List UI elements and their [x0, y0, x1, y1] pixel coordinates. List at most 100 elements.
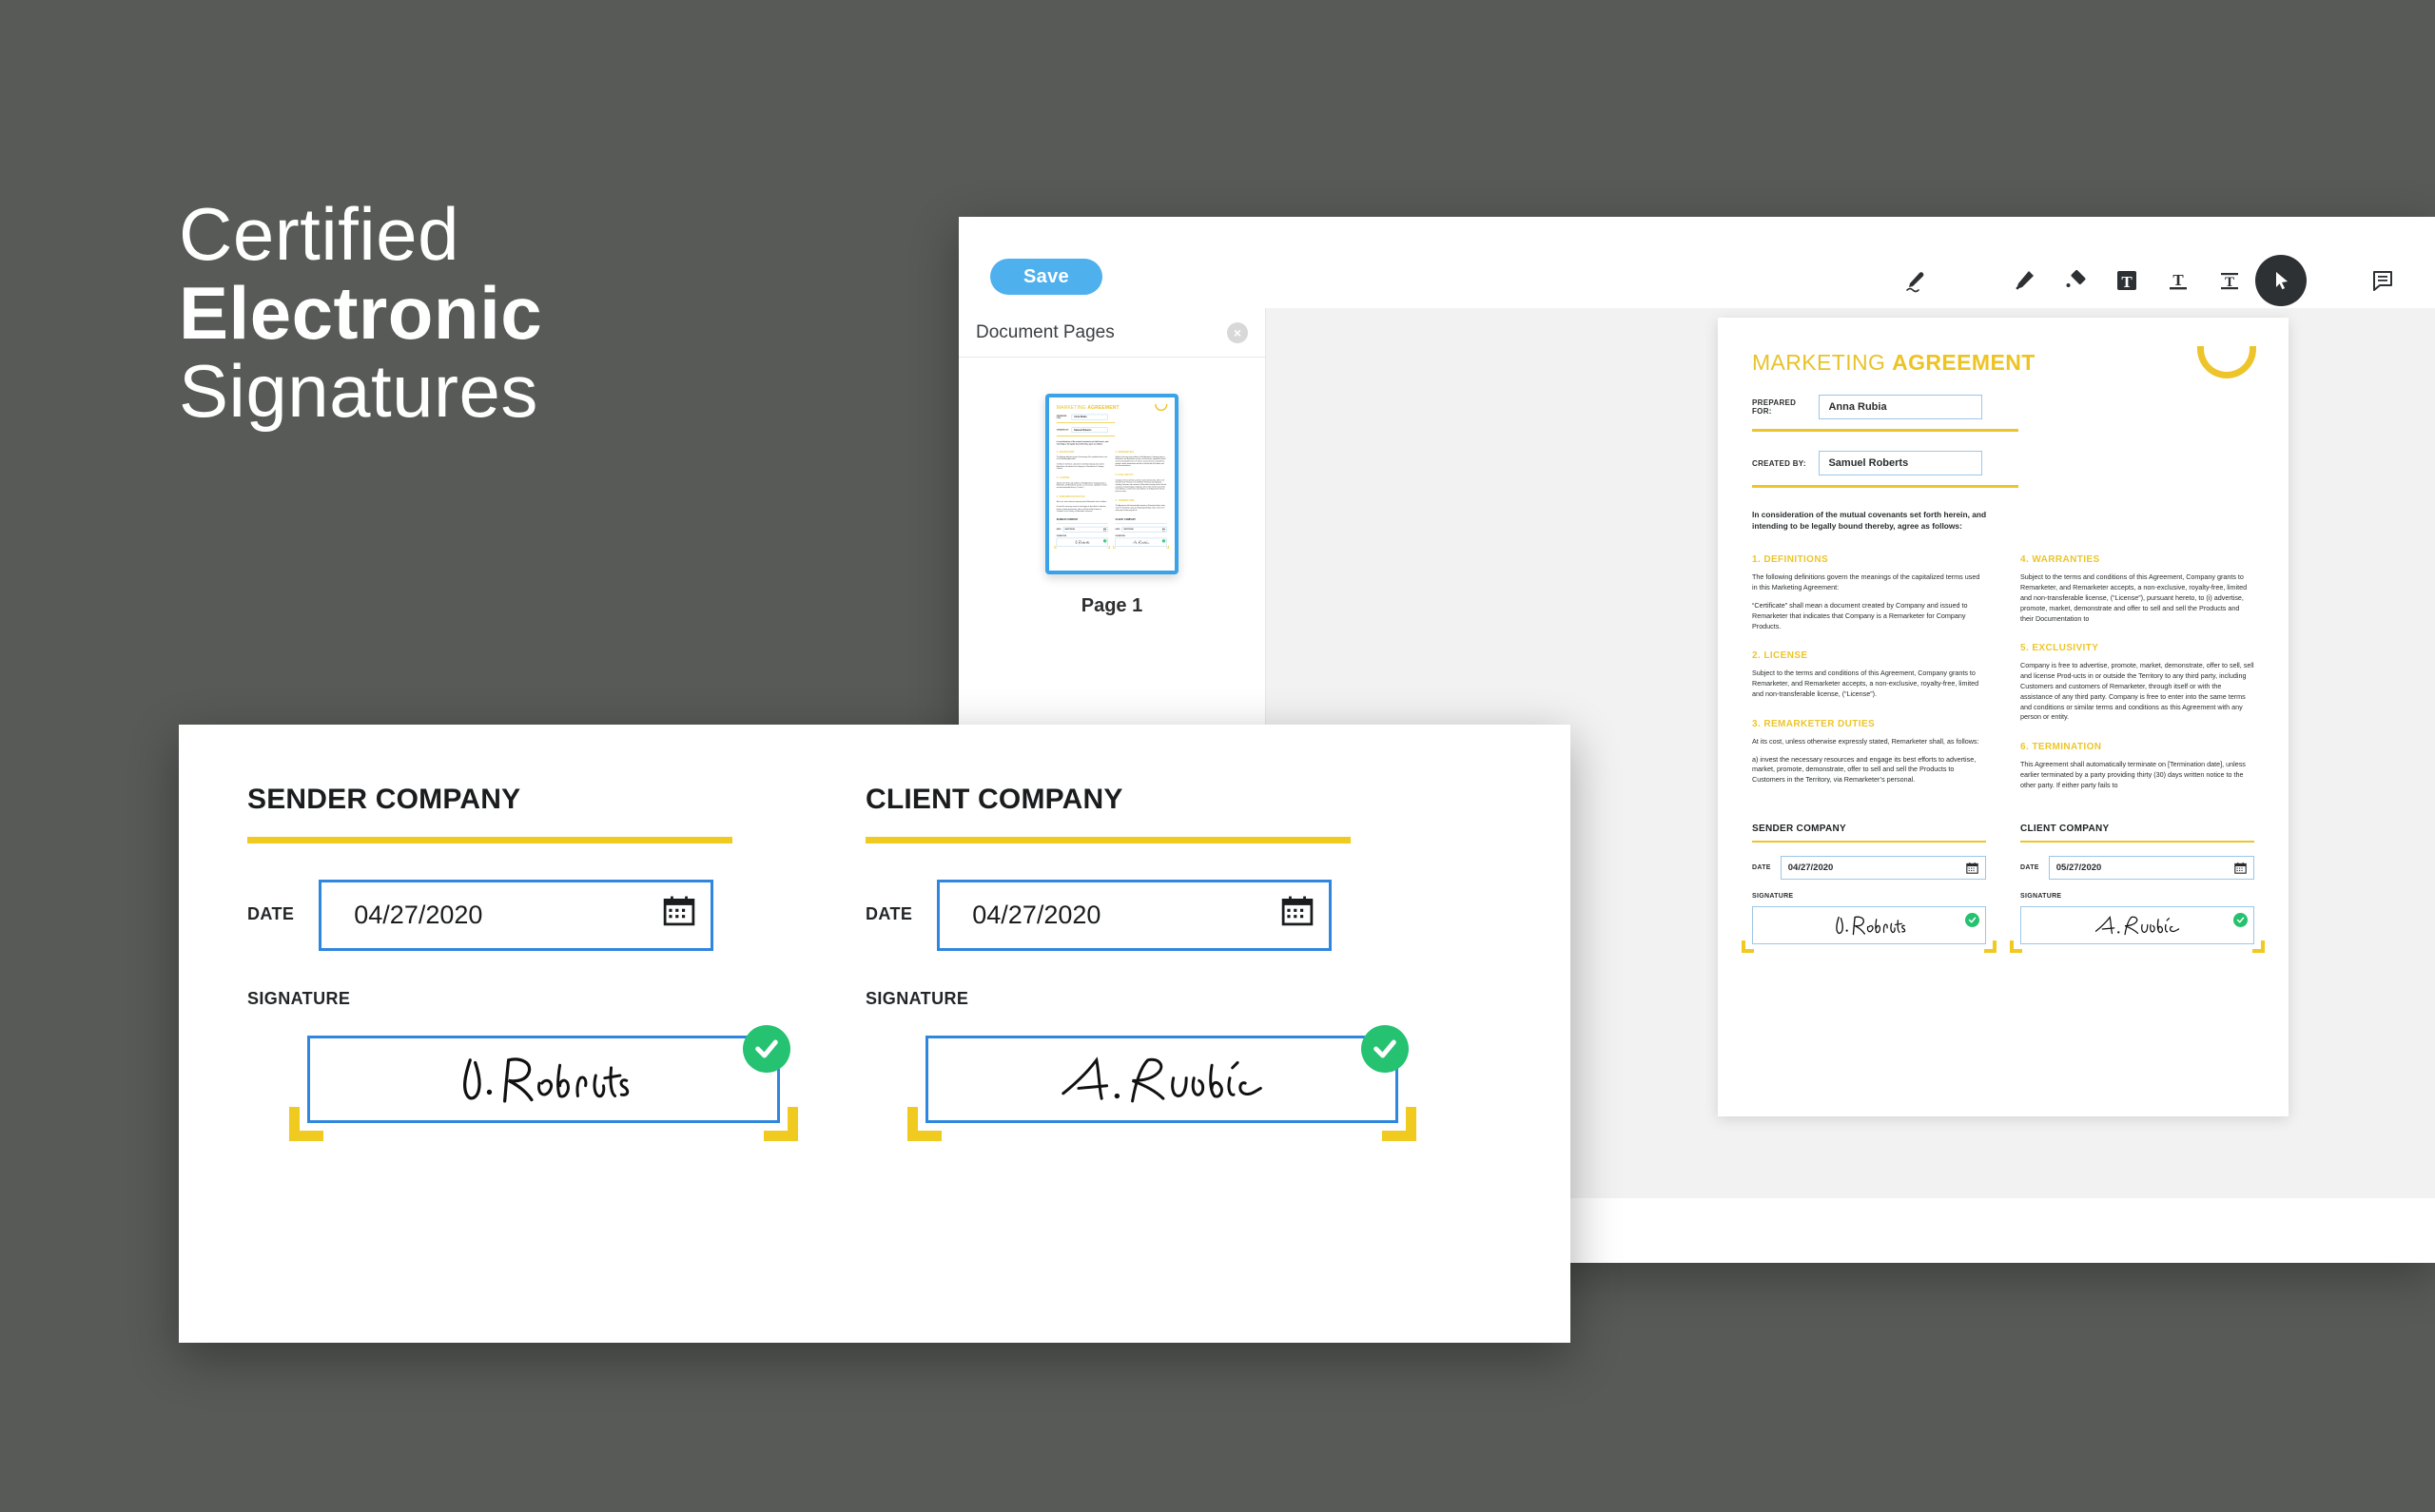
- thumb-left-sec-1-p0: Subject to the terms and conditions of t…: [1056, 481, 1107, 489]
- thumb-field-value-1: Samuel Roberts: [1071, 427, 1108, 434]
- calendar-icon: [1103, 528, 1106, 532]
- select-cursor-icon[interactable]: [2255, 255, 2307, 306]
- agreement-columns: 1. DEFINITIONS The following definitions…: [1752, 554, 2254, 790]
- divider-2: [1752, 485, 2018, 488]
- signature-ink-j-roberts: [1075, 540, 1090, 545]
- card-client-company: CLIENT COMPANY: [866, 784, 1123, 815]
- card-sender-block: SENDER COMPANY DATE 04/27/2020 SIGNATURE: [247, 784, 798, 1141]
- card-client-date-label: DATE: [866, 904, 913, 923]
- section-3-p1: a) invest the necessary resources and en…: [1752, 754, 1977, 785]
- sender-date-value: 04/27/2020: [1787, 863, 1834, 874]
- card-client-date-field[interactable]: 04/27/2020: [937, 880, 1333, 951]
- comment-icon[interactable]: [2357, 255, 2408, 306]
- corner-bracket-br: [1382, 1107, 1416, 1141]
- page-title: Certified Electronic Signatures: [179, 195, 542, 431]
- thumb-left-sec-2-p0: At its cost, unless otherwise expressly …: [1056, 500, 1107, 503]
- prepared-for-field[interactable]: Anna Rubia: [1819, 395, 1983, 419]
- section-4-p0: Subject to the terms and conditions of t…: [2020, 572, 2248, 623]
- section-5-heading: 5. EXCLUSIVITY: [2020, 643, 2099, 654]
- signature-ink-a-rubia: [1062, 1056, 1262, 1103]
- calendar-icon: [1161, 528, 1165, 532]
- highlighter-icon[interactable]: [1998, 255, 2050, 306]
- card-sender-signature-field[interactable]: [289, 1025, 798, 1141]
- verified-badge-icon: [743, 1025, 790, 1073]
- text-box-icon[interactable]: T: [2101, 255, 2153, 306]
- verified-badge-icon: [1161, 539, 1166, 543]
- thumb-right-sec-1-p0: Company is free to advertise, promote, m…: [1115, 478, 1167, 493]
- corner-bracket-br: [1984, 940, 1997, 954]
- thumb-left-sec-2-heading: 3. REMARKETER DUTIES: [1056, 495, 1085, 498]
- thumb-sig-1-box: [1113, 537, 1169, 549]
- agreement-title-light: MARKETING: [1752, 350, 1893, 375]
- svg-text:T: T: [2121, 273, 2133, 291]
- thumb-doc-title-bold: AGREEMENT: [1087, 404, 1120, 410]
- text-underline-icon[interactable]: T: [2153, 255, 2204, 306]
- agreement-client-company: CLIENT COMPANY: [2020, 823, 2110, 834]
- page-thumbnail-1[interactable]: MARKETING AGREEMENT PREPARED FOR: Anna R…: [1045, 394, 1179, 574]
- tool-group: T T T: [1890, 255, 2307, 306]
- card-client-date-value: 04/27/2020: [972, 901, 1101, 929]
- sender-date-field[interactable]: 04/27/2020: [1780, 856, 1986, 881]
- sender-signature-field[interactable]: [1742, 906, 1997, 954]
- thumb-left-sec-2-p1: a) invest the necessary resources and en…: [1056, 505, 1106, 513]
- card-sender-date-label: DATE: [247, 904, 295, 923]
- thumb-doc-title-light: MARKETING: [1056, 404, 1088, 410]
- editor-toolbar: Save T T T: [959, 217, 2435, 308]
- signature-pen-icon[interactable]: [1890, 255, 1941, 306]
- agreement-intro: In consideration of the mutual covenants…: [1752, 510, 1987, 532]
- agreement-sender-company: SENDER COMPANY: [1752, 823, 1847, 834]
- section-2-p0: Subject to the terms and conditions of t…: [1752, 669, 1979, 698]
- section-6-heading: 6. TERMINATION: [2020, 742, 2102, 753]
- card-client-signature-field[interactable]: [907, 1025, 1416, 1141]
- verified-badge-icon: [1361, 1025, 1409, 1073]
- client-signature-field[interactable]: [2010, 906, 2265, 954]
- client-date-row: DATE 05/27/2020: [2020, 856, 2254, 881]
- card-sender-date-field[interactable]: 04/27/2020: [319, 880, 714, 951]
- eraser-icon[interactable]: [2050, 255, 2101, 306]
- sender-date-label: DATE: [1752, 864, 1771, 872]
- svg-text:T: T: [2172, 271, 2184, 289]
- thumb-sig-0-box: [1054, 537, 1111, 549]
- save-button[interactable]: Save: [990, 259, 1102, 295]
- signature-detail-card: SENDER COMPANY DATE 04/27/2020 SIGNATURE…: [179, 725, 1570, 1343]
- thumb-sig-1-sig-label: SIGNATURE: [1115, 534, 1125, 537]
- thumb-sig-0-date-value: 04/27/2020: [1062, 526, 1108, 533]
- calendar-icon[interactable]: [663, 894, 695, 926]
- signature-ink-a-rubia: [2094, 916, 2180, 936]
- section-3-p0: At its cost, unless otherwise expressly …: [1752, 736, 1979, 746]
- thumb-sig-0-sig-label: SIGNATURE: [1056, 534, 1067, 537]
- calendar-icon: [1966, 863, 1978, 874]
- corner-bracket-bl: [1113, 545, 1116, 549]
- corner-bracket-bl: [2010, 940, 2022, 954]
- calendar-icon[interactable]: [1281, 894, 1314, 926]
- created-by-field[interactable]: Samuel Roberts: [1819, 451, 1983, 475]
- page-thumbnail-label: Page 1: [1081, 595, 1143, 616]
- corner-bracket-br: [764, 1107, 798, 1141]
- thumb-sig-0-company: SENDER COMPANY: [1056, 518, 1079, 521]
- corner-bracket-bl: [1742, 940, 1754, 954]
- sender-signature-label: SIGNATURE: [1752, 893, 1794, 901]
- calendar-icon: [2234, 863, 2247, 874]
- page-thumbnail-list: MARKETING AGREEMENT PREPARED FOR: Anna R…: [959, 394, 1265, 617]
- text-strikethrough-icon[interactable]: T: [2204, 255, 2255, 306]
- thumb-intro: In consideration of the mutual covenants…: [1056, 440, 1109, 446]
- section-6-p0: This Agreement shall automatically termi…: [2020, 760, 2246, 789]
- client-date-field[interactable]: 05/27/2020: [2048, 856, 2254, 881]
- section-1-p0: The following definitions govern the mea…: [1752, 572, 1980, 592]
- agreement-title-bold: AGREEMENT: [1892, 350, 2036, 375]
- signature-ink-a-rubia: [1132, 540, 1150, 545]
- agreement-page: MARKETING AGREEMENT PREPARED FOR: Anna R…: [1718, 318, 2289, 1116]
- thumb-sig-0-date-label: DATE: [1056, 528, 1062, 531]
- corner-bracket-br: [2252, 940, 2265, 954]
- close-icon[interactable]: ×: [1227, 321, 1248, 343]
- thumb-field-label-1: CREATED BY:: [1056, 429, 1069, 432]
- verified-badge-icon: [1103, 539, 1107, 543]
- section-3-heading: 3. REMARKETER DUTIES: [1752, 718, 1876, 729]
- signature-ink-j-roberts: [463, 1057, 630, 1103]
- card-client-divider: [866, 837, 1351, 843]
- thumb-left-sec-1-heading: 2. LICENSE: [1056, 476, 1070, 479]
- corner-bracket-br: [1107, 545, 1111, 549]
- thumb-sig-1-date-label: DATE: [1115, 528, 1120, 531]
- verified-badge-icon: [1965, 913, 1979, 928]
- thumb-right-sec-0-p0: Subject to the terms and conditions of t…: [1115, 456, 1166, 467]
